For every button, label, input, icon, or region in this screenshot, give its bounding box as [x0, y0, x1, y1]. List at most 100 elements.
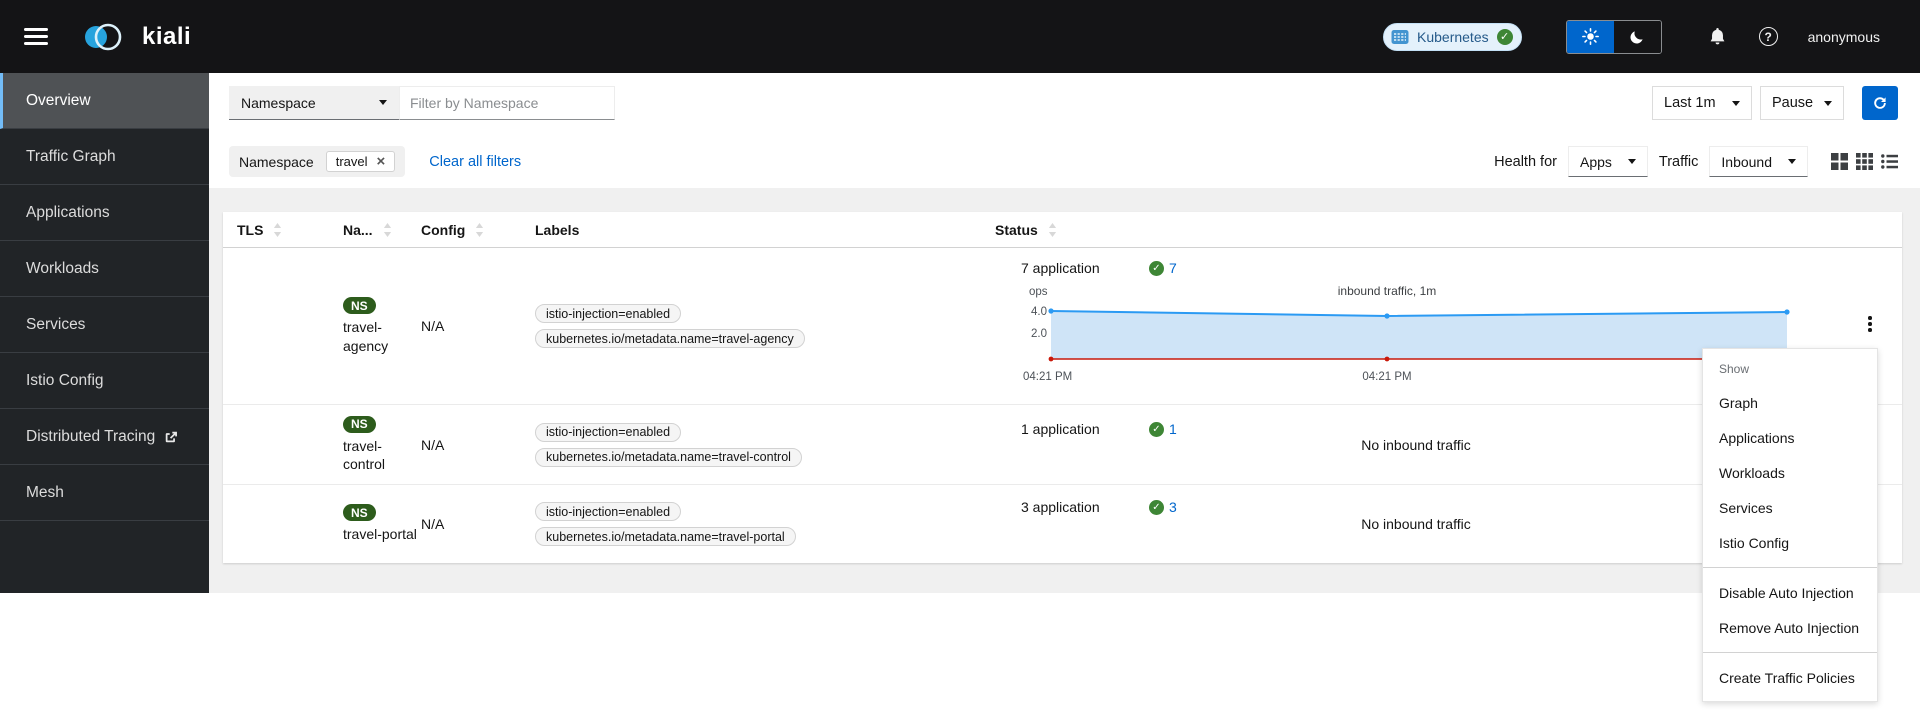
menu-item-applications[interactable]: Applications: [1703, 420, 1877, 455]
hamburger-menu-icon[interactable]: [24, 28, 48, 45]
brand-name: kiali: [142, 22, 192, 50]
sidebar-item-applications[interactable]: Applications: [0, 185, 209, 241]
table-row-travel-agency: NS travel-agency N/A istio-injection=ena…: [223, 248, 1902, 405]
bell-icon: [1710, 27, 1724, 45]
clear-all-filters-link[interactable]: Clear all filters: [429, 154, 521, 170]
kiali-logo-icon: [85, 23, 122, 50]
config-cell: N/A: [421, 405, 535, 484]
refresh-interval-select[interactable]: Pause: [1760, 86, 1844, 120]
light-theme-button[interactable]: [1566, 20, 1614, 53]
menu-item-graph[interactable]: Graph: [1703, 385, 1877, 420]
health-for-select[interactable]: Apps: [1567, 146, 1648, 177]
menu-item-istio-config[interactable]: Istio Config: [1703, 525, 1877, 560]
filter-category-select[interactable]: Namespace: [229, 86, 399, 120]
chart-xtick: 04:21 PM: [1023, 371, 1072, 383]
kebab-menu-button[interactable]: [1868, 248, 1872, 332]
sidebar-item-services[interactable]: Services: [0, 297, 209, 353]
filter-chip-category: Namespace: [239, 153, 314, 170]
menu-section-label: Show: [1719, 362, 1750, 376]
healthy-check-icon: ✓: [1149, 421, 1164, 437]
kiali-logo[interactable]: kiali: [82, 19, 191, 55]
namespace-name: travel-agency: [343, 319, 389, 354]
traffic-direction-select[interactable]: Inbound: [1709, 146, 1808, 177]
col-header-status[interactable]: Status: [995, 222, 1838, 238]
namespace-filter-input[interactable]: [399, 86, 615, 120]
col-header-label: Na...: [343, 221, 373, 238]
col-header-name[interactable]: Na...: [343, 222, 421, 238]
expand-view-icon[interactable]: [1856, 153, 1873, 170]
compact-view-icon[interactable]: [1831, 153, 1848, 170]
menu-item-remove-auto-injection[interactable]: Remove Auto Injection: [1703, 610, 1877, 645]
filter-category-label: Namespace: [241, 94, 316, 111]
menu-item-services[interactable]: Services: [1703, 490, 1877, 525]
sidebar-item-label: Traffic Graph: [26, 147, 116, 165]
cluster-badge[interactable]: Kubernetes ✓: [1383, 22, 1522, 51]
sort-icon: [1048, 222, 1056, 237]
label-pill: istio-injection=enabled: [535, 304, 682, 323]
filter-chip: travel ×: [325, 151, 396, 172]
kiali-app: kiali Kubernetes ✓ ? anonymous Overview …: [0, 0, 1920, 726]
display-mode-icons: [1831, 153, 1898, 170]
toolbar: Namespace Last 1m Pause: [209, 73, 1920, 188]
col-header-config[interactable]: Config: [421, 222, 535, 238]
duration-select[interactable]: Last 1m: [1652, 86, 1752, 120]
labels-cell: istio-injection=enabled kubernetes.io/me…: [535, 485, 995, 563]
healthy-check-icon: ✓: [1149, 499, 1164, 515]
label-pill: istio-injection=enabled: [535, 502, 682, 521]
sidebar-item-istio-config[interactable]: Istio Config: [0, 353, 209, 409]
sidebar-item-mesh[interactable]: Mesh: [0, 465, 209, 521]
col-header-label: Status: [995, 221, 1038, 238]
labels-cell: istio-injection=enabled kubernetes.io/me…: [535, 248, 995, 404]
namespace-badge: NS: [343, 415, 376, 433]
notifications-button[interactable]: [1708, 27, 1727, 46]
sidebar-item-traffic-graph[interactable]: Traffic Graph: [0, 129, 209, 185]
namespace-name: travel-portal: [343, 526, 417, 543]
healthy-count: 3: [1169, 499, 1177, 515]
sidebar-item-workloads[interactable]: Workloads: [0, 241, 209, 297]
page-content: TLS Na... Config Labels Status NS travel…: [209, 188, 1920, 593]
chart-ytick: 4.0: [1031, 306, 1047, 318]
status-text: 1 application: [1021, 421, 1100, 437]
tls-cell: [223, 248, 343, 404]
traffic-label: Traffic: [1658, 153, 1699, 170]
healthy-count: 7: [1169, 260, 1177, 276]
sidebar-item-overview[interactable]: Overview: [0, 73, 209, 129]
menu-item-workloads[interactable]: Workloads: [1703, 455, 1877, 490]
label-pill: istio-injection=enabled: [535, 422, 682, 442]
label-pill: kubernetes.io/metadata.name=travel-contr…: [535, 447, 802, 467]
name-cell: NS travel-control: [343, 405, 421, 484]
status-text: 3 application: [1021, 499, 1100, 515]
refresh-icon: [1874, 97, 1886, 109]
health-indicator[interactable]: ✓ 3: [1149, 499, 1177, 515]
col-header-tls[interactable]: TLS: [223, 222, 343, 238]
sun-icon: [1581, 28, 1599, 45]
chevron-down-icon: [1824, 100, 1832, 106]
label-pill: kubernetes.io/metadata.name=travel-agenc…: [535, 329, 805, 348]
remove-filter-icon[interactable]: ×: [377, 154, 386, 169]
no-traffic-text: No inbound traffic: [1361, 516, 1471, 532]
refresh-button[interactable]: [1862, 86, 1898, 120]
sidebar-item-distributed-tracing[interactable]: Distributed Tracing: [0, 409, 209, 465]
active-filter-group: Namespace travel ×: [229, 146, 406, 177]
menu-item-create-traffic-policies[interactable]: Create Traffic Policies: [1703, 660, 1877, 695]
sidebar-item-label: Istio Config: [26, 371, 104, 389]
help-button[interactable]: ?: [1758, 27, 1778, 46]
health-indicator[interactable]: ✓ 7: [1149, 260, 1177, 276]
chart-ylabel: ops: [1029, 286, 1048, 298]
cluster-name: Kubernetes: [1417, 28, 1489, 45]
name-cell: NS travel-portal: [343, 485, 421, 563]
cluster-healthy-icon: ✓: [1496, 28, 1513, 45]
table-row-travel-control: NS travel-control N/A istio-injection=en…: [223, 405, 1902, 485]
health-indicator[interactable]: ✓ 1: [1149, 421, 1177, 437]
namespace-name: travel-control: [343, 437, 386, 472]
health-for-value: Apps: [1579, 153, 1612, 170]
config-value: N/A: [421, 516, 445, 532]
menu-item-disable-auto-injection[interactable]: Disable Auto Injection: [1703, 575, 1877, 610]
refresh-interval-value: Pause: [1772, 95, 1814, 111]
chevron-down-icon: [379, 100, 387, 105]
traffic-direction-value: Inbound: [1721, 153, 1772, 170]
dark-theme-button[interactable]: [1613, 20, 1661, 53]
list-view-icon[interactable]: [1881, 153, 1898, 170]
user-menu[interactable]: anonymous: [1808, 29, 1880, 45]
sort-icon: [476, 222, 484, 237]
